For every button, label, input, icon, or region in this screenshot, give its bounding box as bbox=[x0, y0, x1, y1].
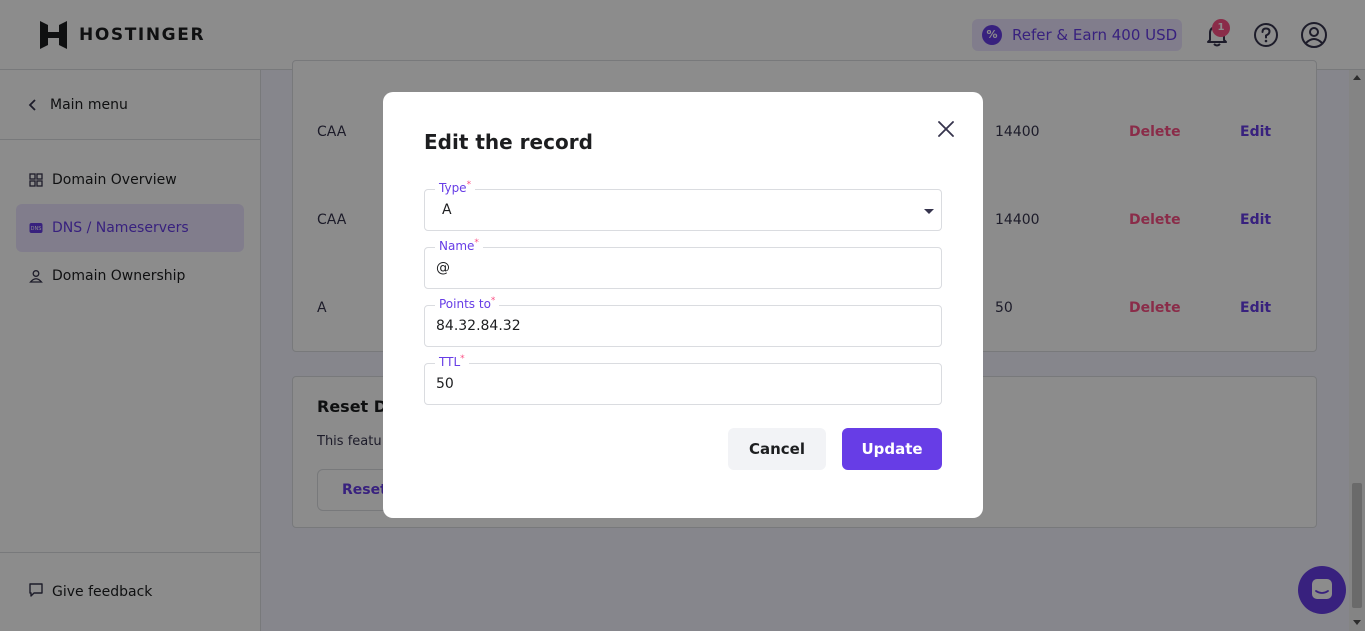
close-icon[interactable] bbox=[936, 119, 956, 139]
update-button[interactable]: Update bbox=[842, 428, 942, 470]
points-to-value: 84.32.84.32 bbox=[436, 318, 521, 334]
name-label: Name* bbox=[435, 238, 483, 253]
name-field[interactable]: Name* @ bbox=[424, 238, 942, 289]
ttl-value: 50 bbox=[436, 376, 454, 392]
chevron-down-icon bbox=[924, 209, 934, 214]
type-select[interactable]: Type* A bbox=[424, 180, 942, 231]
cancel-button[interactable]: Cancel bbox=[728, 428, 826, 470]
ttl-label: TTL* bbox=[435, 354, 469, 369]
points-to-label: Points to* bbox=[435, 296, 500, 311]
dialog-title: Edit the record bbox=[424, 130, 593, 154]
edit-record-dialog: Edit the record Type* A Name* @ Points t… bbox=[383, 92, 983, 518]
points-to-field[interactable]: Points to* 84.32.84.32 bbox=[424, 296, 942, 347]
type-label: Type* bbox=[435, 180, 476, 195]
ttl-field[interactable]: TTL* 50 bbox=[424, 354, 942, 405]
type-value: A bbox=[442, 202, 452, 218]
name-value: @ bbox=[436, 260, 450, 276]
